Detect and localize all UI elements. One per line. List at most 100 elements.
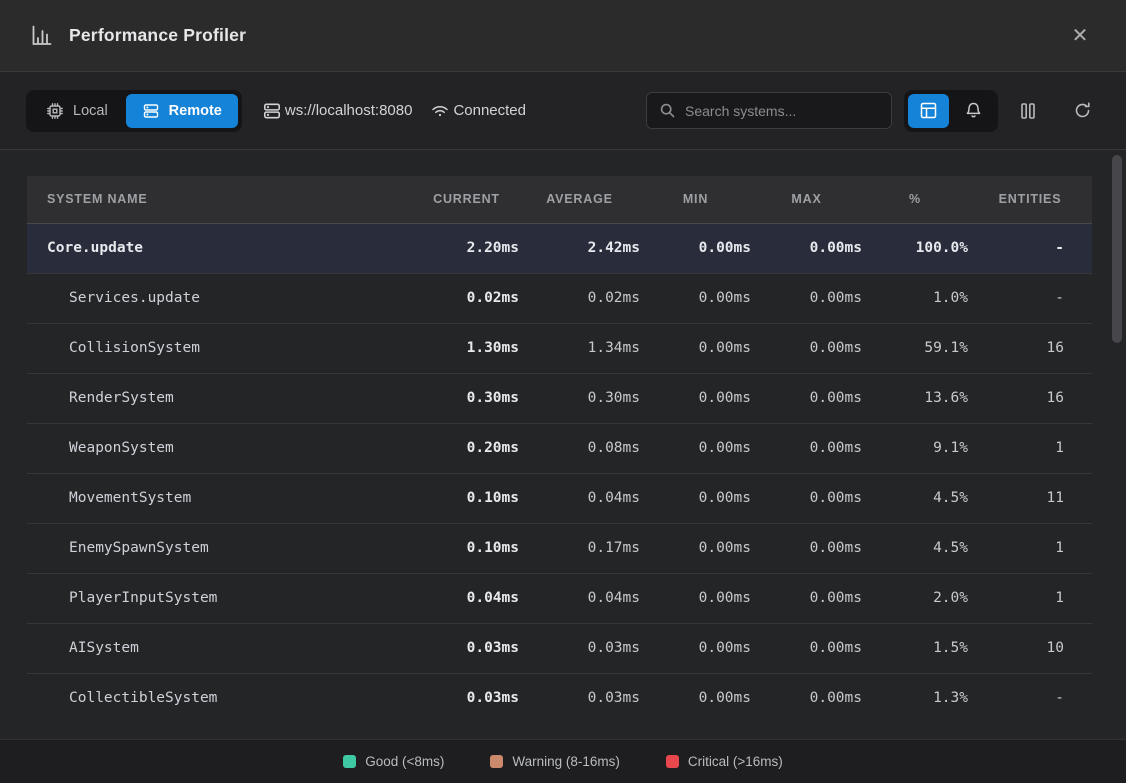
max-cell: 0.00ms bbox=[751, 673, 862, 723]
title-bar: Performance Profiler ✕ bbox=[0, 0, 1126, 72]
scrollbar-thumb[interactable] bbox=[1112, 155, 1122, 343]
min-cell: 0.00ms bbox=[640, 473, 751, 523]
min-cell: 0.00ms bbox=[640, 223, 751, 273]
min-cell: 0.00ms bbox=[640, 423, 751, 473]
min-cell: 0.00ms bbox=[640, 523, 751, 573]
max-cell: 0.00ms bbox=[751, 473, 862, 523]
average-cell: 0.04ms bbox=[519, 473, 640, 523]
current-cell: 2.20ms bbox=[414, 223, 519, 273]
table-row[interactable]: WeaponSystem 0.20ms 0.08ms 0.00ms 0.00ms… bbox=[27, 423, 1092, 473]
column-header-percent[interactable]: % bbox=[862, 176, 968, 223]
legend-label: Good (<8ms) bbox=[365, 754, 444, 769]
average-cell: 0.30ms bbox=[519, 373, 640, 423]
percent-cell: 1.3% bbox=[862, 673, 968, 723]
table-area: SYSTEM NAME CURRENT AVERAGE MIN MAX % EN… bbox=[0, 150, 1126, 739]
connection-status: Connected bbox=[430, 101, 526, 121]
table-row[interactable]: AISystem 0.03ms 0.03ms 0.00ms 0.00ms 1.5… bbox=[27, 623, 1092, 673]
table-row[interactable]: MovementSystem 0.10ms 0.04ms 0.00ms 0.00… bbox=[27, 473, 1092, 523]
system-name-cell: RenderSystem bbox=[27, 373, 414, 423]
entities-cell: 16 bbox=[968, 323, 1092, 373]
pause-button[interactable] bbox=[1010, 94, 1046, 128]
percent-cell: 4.5% bbox=[862, 473, 968, 523]
table-row[interactable]: CollisionSystem 1.30ms 1.34ms 0.00ms 0.0… bbox=[27, 323, 1092, 373]
column-header-system-name[interactable]: SYSTEM NAME bbox=[27, 176, 414, 223]
table-row[interactable]: Core.update 2.20ms 2.42ms 0.00ms 0.00ms … bbox=[27, 223, 1092, 273]
table-row[interactable]: EnemySpawnSystem 0.10ms 0.17ms 0.00ms 0.… bbox=[27, 523, 1092, 573]
max-cell: 0.00ms bbox=[751, 273, 862, 323]
legend-label: Critical (>16ms) bbox=[688, 754, 783, 769]
entities-cell: 1 bbox=[968, 423, 1092, 473]
search-box bbox=[646, 92, 892, 129]
cpu-icon bbox=[46, 102, 64, 120]
percent-cell: 100.0% bbox=[862, 223, 968, 273]
average-cell: 0.08ms bbox=[519, 423, 640, 473]
bar-chart-icon bbox=[30, 24, 53, 47]
pause-icon bbox=[1019, 101, 1037, 121]
entities-cell: - bbox=[968, 223, 1092, 273]
column-header-average[interactable]: AVERAGE bbox=[519, 176, 640, 223]
max-cell: 0.00ms bbox=[751, 623, 862, 673]
entities-cell: 11 bbox=[968, 473, 1092, 523]
ws-endpoint: ws://localhost:8080 bbox=[262, 101, 413, 121]
column-header-entities[interactable]: ENTITIES bbox=[968, 176, 1092, 223]
search-input[interactable] bbox=[685, 103, 879, 119]
percent-cell: 1.5% bbox=[862, 623, 968, 673]
close-button[interactable]: ✕ bbox=[1064, 20, 1096, 52]
legend-item: Critical (>16ms) bbox=[666, 754, 783, 769]
max-cell: 0.00ms bbox=[751, 223, 862, 273]
table-row[interactable]: Services.update 0.02ms 0.02ms 0.00ms 0.0… bbox=[27, 273, 1092, 323]
ws-url-text: ws://localhost:8080 bbox=[285, 102, 413, 119]
min-cell: 0.00ms bbox=[640, 323, 751, 373]
max-cell: 0.00ms bbox=[751, 423, 862, 473]
percent-cell: 9.1% bbox=[862, 423, 968, 473]
system-name-cell: CollisionSystem bbox=[27, 323, 414, 373]
table-view-button[interactable] bbox=[908, 94, 949, 128]
min-cell: 0.00ms bbox=[640, 273, 751, 323]
table-row[interactable]: CollectibleSystem 0.03ms 0.03ms 0.00ms 0… bbox=[27, 673, 1092, 723]
local-mode-label: Local bbox=[73, 103, 108, 119]
current-cell: 0.10ms bbox=[414, 473, 519, 523]
system-name-cell: MovementSystem bbox=[27, 473, 414, 523]
max-cell: 0.00ms bbox=[751, 523, 862, 573]
alerts-button[interactable] bbox=[953, 94, 994, 128]
system-table-body: Core.update 2.20ms 2.42ms 0.00ms 0.00ms … bbox=[27, 223, 1092, 723]
system-name-cell: Services.update bbox=[27, 273, 414, 323]
min-cell: 0.00ms bbox=[640, 673, 751, 723]
column-header-current[interactable]: CURRENT bbox=[414, 176, 519, 223]
table-header-row: SYSTEM NAME CURRENT AVERAGE MIN MAX % EN… bbox=[27, 176, 1092, 223]
percent-cell: 13.6% bbox=[862, 373, 968, 423]
system-name-cell: Core.update bbox=[27, 223, 414, 273]
remote-mode-button[interactable]: Remote bbox=[126, 94, 238, 128]
server-icon bbox=[142, 102, 160, 120]
entities-cell: 1 bbox=[968, 573, 1092, 623]
system-name-cell: CollectibleSystem bbox=[27, 673, 414, 723]
close-icon: ✕ bbox=[1072, 23, 1089, 48]
table-row[interactable]: RenderSystem 0.30ms 0.30ms 0.00ms 0.00ms… bbox=[27, 373, 1092, 423]
min-cell: 0.00ms bbox=[640, 373, 751, 423]
system-name-cell: AISystem bbox=[27, 623, 414, 673]
column-header-min[interactable]: MIN bbox=[640, 176, 751, 223]
systems-table: SYSTEM NAME CURRENT AVERAGE MIN MAX % EN… bbox=[27, 176, 1092, 723]
local-mode-button[interactable]: Local bbox=[30, 94, 124, 128]
percent-cell: 1.0% bbox=[862, 273, 968, 323]
min-cell: 0.00ms bbox=[640, 573, 751, 623]
bell-icon bbox=[964, 101, 983, 120]
average-cell: 0.03ms bbox=[519, 673, 640, 723]
average-cell: 0.04ms bbox=[519, 573, 640, 623]
search-icon bbox=[659, 102, 676, 119]
refresh-button[interactable] bbox=[1064, 94, 1100, 128]
legend-label: Warning (8-16ms) bbox=[512, 754, 620, 769]
current-cell: 0.10ms bbox=[414, 523, 519, 573]
entities-cell: - bbox=[968, 673, 1092, 723]
page-title: Performance Profiler bbox=[69, 25, 246, 46]
scrollbar-track[interactable] bbox=[1112, 152, 1123, 737]
legend-item: Good (<8ms) bbox=[343, 754, 444, 769]
percent-cell: 2.0% bbox=[862, 573, 968, 623]
table-row[interactable]: PlayerInputSystem 0.04ms 0.04ms 0.00ms 0… bbox=[27, 573, 1092, 623]
legend-swatch bbox=[343, 755, 356, 768]
percent-cell: 59.1% bbox=[862, 323, 968, 373]
legend-bar: Good (<8ms) Warning (8-16ms) Critical (>… bbox=[0, 739, 1126, 783]
column-header-max[interactable]: MAX bbox=[751, 176, 862, 223]
refresh-icon bbox=[1073, 101, 1092, 120]
wifi-icon bbox=[430, 101, 450, 121]
